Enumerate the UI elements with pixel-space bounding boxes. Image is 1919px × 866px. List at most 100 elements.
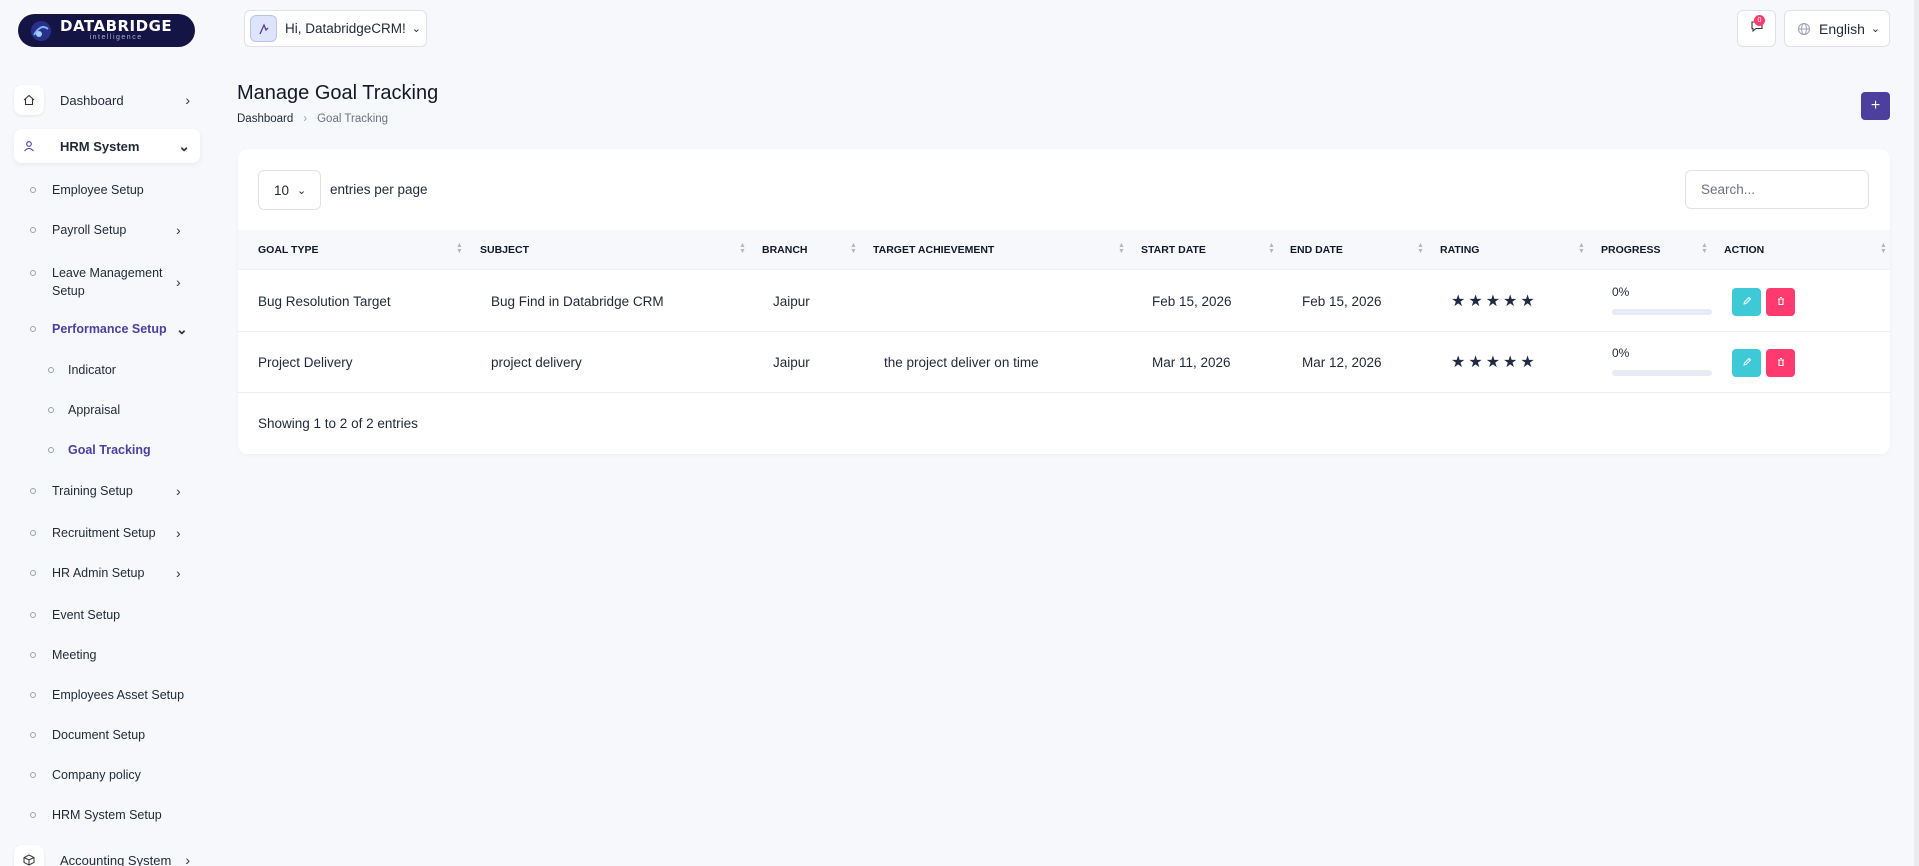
column-header-goal-type[interactable]: GOAL TYPE bbox=[258, 230, 318, 270]
sidebar-item-label: Accounting System bbox=[60, 852, 172, 866]
delete-button[interactable] bbox=[1766, 288, 1795, 316]
edit-button[interactable] bbox=[1732, 288, 1761, 316]
cell-goal-type: Project Delivery bbox=[258, 355, 353, 370]
column-header-start-date[interactable]: START DATE bbox=[1141, 230, 1206, 270]
sidebar-sub-hr-admin-setup[interactable]: HR Admin Setup › bbox=[30, 565, 181, 581]
box-icon bbox=[14, 845, 44, 866]
sidebar-sub-event-setup[interactable]: Event Setup bbox=[30, 608, 120, 622]
per-page-label: entries per page bbox=[330, 182, 428, 197]
notification-button[interactable]: 0 bbox=[1737, 10, 1776, 47]
brand-logo[interactable]: DATABRIDGE intelligence bbox=[18, 14, 195, 47]
breadcrumb-current: Goal Tracking bbox=[317, 113, 389, 125]
cell-end-date: Mar 12, 2026 bbox=[1302, 355, 1382, 370]
sidebar-sub-leave-management[interactable]: Leave Management Setup › bbox=[30, 264, 181, 300]
sort-icon[interactable]: ▲ ▼ bbox=[456, 242, 463, 255]
per-page-value: 10 bbox=[274, 182, 290, 198]
chevron-right-icon: › bbox=[176, 483, 181, 499]
chevron-right-icon: › bbox=[176, 222, 181, 238]
sidebar-sub-payroll-setup[interactable]: Payroll Setup › bbox=[30, 222, 181, 238]
chevron-right-icon: › bbox=[185, 92, 190, 108]
sort-icon[interactable]: ▲ ▼ bbox=[1701, 242, 1708, 255]
sidebar-sub-appraisal[interactable]: Appraisal bbox=[48, 403, 120, 417]
sidebar-sub-label: Employees Asset Setup bbox=[52, 688, 185, 702]
sidebar-sub-employee-setup[interactable]: Employee Setup bbox=[30, 183, 144, 197]
sidebar-item-accounting-system[interactable]: Accounting System › bbox=[14, 843, 200, 866]
sidebar-sub-label: Indicator bbox=[68, 363, 116, 377]
column-header-subject[interactable]: SUBJECT bbox=[480, 230, 529, 270]
bullet-icon bbox=[30, 187, 36, 193]
progress-label: 0% bbox=[1612, 285, 1630, 299]
progress-label: 0% bbox=[1612, 346, 1630, 360]
sidebar-sub-document-setup[interactable]: Document Setup bbox=[30, 728, 145, 742]
user-menu-button[interactable]: Hi, DatabridgeCRM! ⌄ bbox=[244, 10, 427, 47]
sidebar-sub-meeting[interactable]: Meeting bbox=[30, 648, 96, 662]
chevron-down-icon: ⌄ bbox=[411, 23, 422, 35]
bullet-icon bbox=[30, 227, 36, 233]
sort-icon[interactable]: ▲ ▼ bbox=[1880, 242, 1887, 255]
column-header-target-achievement[interactable]: TARGET ACHIEVEMENT bbox=[873, 230, 994, 270]
cell-branch: Jaipur bbox=[773, 355, 810, 370]
sort-icon[interactable]: ▲ ▼ bbox=[739, 242, 746, 255]
star-icon: ★ bbox=[1451, 292, 1466, 310]
sort-icon[interactable]: ▲ ▼ bbox=[1268, 242, 1275, 255]
bullet-icon bbox=[30, 812, 36, 818]
sidebar-sub-label: Setup bbox=[52, 284, 85, 298]
column-header-progress[interactable]: PROGRESS bbox=[1601, 230, 1661, 270]
search-input[interactable] bbox=[1685, 170, 1869, 209]
sidebar-sub-label: Training Setup bbox=[52, 484, 133, 498]
sort-icon[interactable]: ▲ ▼ bbox=[850, 242, 857, 255]
chevron-right-icon: › bbox=[176, 274, 181, 290]
cell-subject: Bug Find in Databridge CRM bbox=[491, 294, 664, 309]
sidebar-sub-label: Performance Setup bbox=[52, 322, 167, 336]
column-header-action[interactable]: ACTION bbox=[1724, 230, 1764, 270]
edit-button[interactable] bbox=[1732, 349, 1761, 377]
sidebar-sub-goal-tracking[interactable]: Goal Tracking bbox=[48, 443, 151, 457]
sidebar-sub-performance-setup[interactable]: Performance Setup ⌄ bbox=[30, 321, 188, 337]
chevron-right-icon: › bbox=[185, 852, 190, 866]
entries-per-page-select[interactable]: 10 ⌄ bbox=[258, 170, 321, 210]
sort-icon[interactable]: ▲ ▼ bbox=[1578, 242, 1585, 255]
star-icon: ★ bbox=[1485, 353, 1501, 371]
sidebar-sub-hrm-system-setup[interactable]: HRM System Setup bbox=[30, 808, 162, 822]
delete-button[interactable] bbox=[1766, 349, 1795, 377]
cell-end-date: Feb 15, 2026 bbox=[1302, 294, 1382, 309]
page-scrollbar[interactable] bbox=[1914, 0, 1919, 866]
star-rating: ★ ★ ★ ★ ★ bbox=[1451, 353, 1535, 371]
star-rating: ★ ★ ★ ★ ★ bbox=[1451, 292, 1535, 310]
sort-icon[interactable]: ▲ ▼ bbox=[1118, 242, 1125, 255]
breadcrumb-separator-icon: › bbox=[303, 113, 308, 125]
column-header-branch[interactable]: BRANCH bbox=[762, 230, 808, 270]
home-icon bbox=[14, 85, 44, 115]
sidebar-sub-recruitment-setup[interactable]: Recruitment Setup › bbox=[30, 525, 181, 541]
sidebar-item-hrm-system[interactable]: HRM System ⌄ bbox=[14, 129, 200, 163]
pencil-icon bbox=[1742, 296, 1752, 309]
bullet-icon bbox=[30, 612, 36, 618]
sidebar-sub-employees-asset-setup[interactable]: Employees Asset Setup bbox=[30, 688, 184, 702]
sidebar-sub-indicator[interactable]: Indicator bbox=[48, 363, 116, 377]
progress-cell: 0% bbox=[1612, 285, 1712, 315]
sidebar-sub-label: HRM System Setup bbox=[52, 808, 162, 822]
bullet-icon bbox=[30, 732, 36, 738]
breadcrumb: Dashboard › Goal Tracking bbox=[237, 113, 388, 125]
sidebar-sub-training-setup[interactable]: Training Setup › bbox=[30, 483, 181, 499]
cell-subject: project delivery bbox=[491, 355, 582, 370]
sidebar-sub-label: Recruitment Setup bbox=[52, 526, 156, 540]
bullet-icon bbox=[30, 326, 36, 332]
sort-icon[interactable]: ▲ ▼ bbox=[1417, 242, 1424, 255]
globe-icon bbox=[1797, 22, 1811, 36]
table-row: Bug Resolution Target Bug Find in Databr… bbox=[238, 271, 1890, 332]
language-select[interactable]: English ⌄ bbox=[1784, 10, 1890, 47]
cell-rating: ★ ★ ★ ★ ★ bbox=[1451, 271, 1535, 332]
sidebar-item-dashboard[interactable]: Dashboard › bbox=[14, 83, 200, 117]
column-header-end-date[interactable]: END DATE bbox=[1290, 230, 1343, 270]
sidebar-sub-label: Payroll Setup bbox=[52, 223, 127, 237]
sidebar-sub-company-policy[interactable]: Company policy bbox=[30, 768, 141, 782]
cell-start-date: Feb 15, 2026 bbox=[1152, 294, 1232, 309]
trash-icon bbox=[1776, 296, 1786, 309]
bullet-icon bbox=[30, 772, 36, 778]
add-goal-button[interactable]: + bbox=[1861, 92, 1890, 120]
breadcrumb-home-link[interactable]: Dashboard bbox=[237, 113, 293, 125]
column-header-rating[interactable]: RATING bbox=[1440, 230, 1479, 270]
cell-goal-type: Bug Resolution Target bbox=[258, 294, 391, 309]
star-icon: ★ bbox=[1503, 292, 1518, 310]
